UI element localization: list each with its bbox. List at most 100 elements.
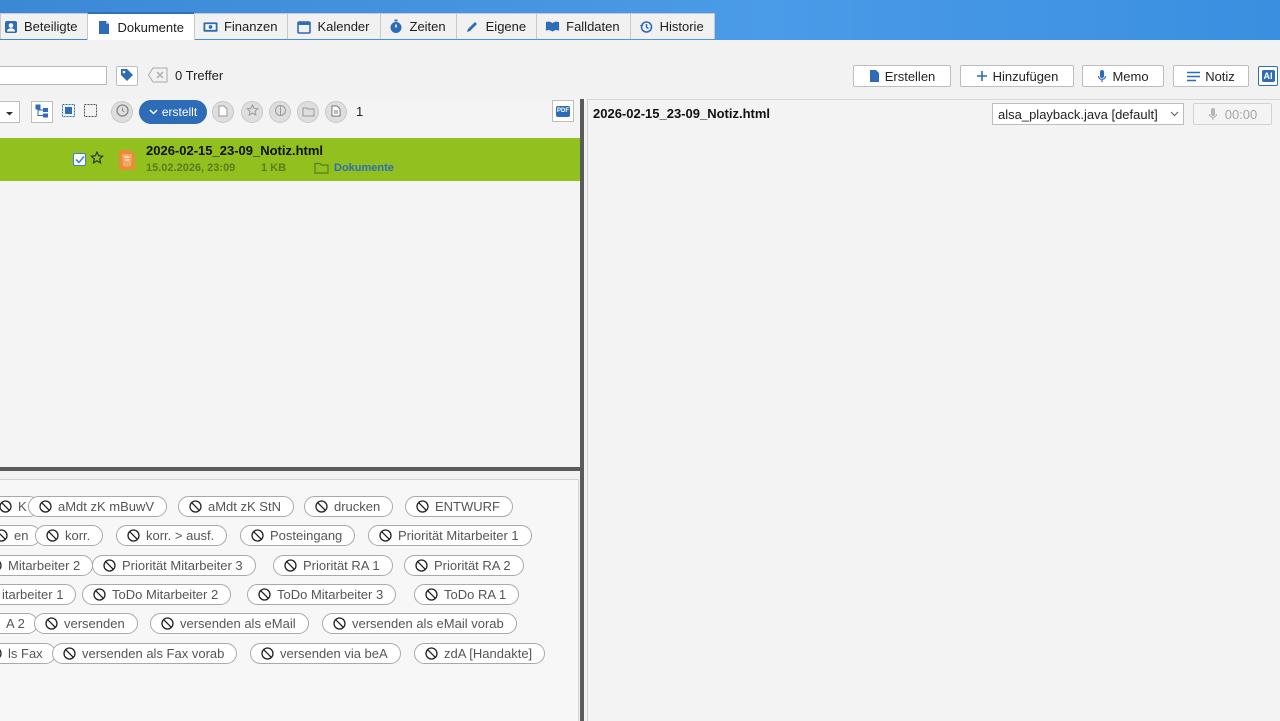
tag-filter-button[interactable] — [116, 66, 138, 86]
chevron-down-icon — [149, 109, 158, 115]
history-filter-button[interactable] — [111, 101, 133, 123]
tab-beteiligte[interactable]: Beteiligte — [0, 13, 89, 39]
tag-label: korr. — [65, 528, 91, 543]
tag-pill[interactable]: Mitarbeiter 2 — [0, 555, 94, 576]
document-name[interactable]: 2026-02-15_23-09_Notiz.html — [146, 143, 323, 158]
tag-label: A 2 — [6, 616, 25, 631]
ai-button[interactable]: AI — [1258, 66, 1278, 86]
document-icon — [869, 69, 880, 83]
tree-view-button[interactable] — [31, 101, 53, 123]
note-button[interactable]: Notiz — [1173, 65, 1249, 87]
clear-search-button[interactable] — [147, 66, 169, 86]
filter-status-button[interactable] — [269, 101, 291, 123]
tag-pill[interactable]: ENTWURF — [405, 496, 513, 517]
document-checkbox[interactable] — [73, 153, 86, 166]
tag-label: versenden via beA — [280, 646, 388, 661]
tab-finanzen[interactable]: Finanzen — [193, 13, 289, 39]
filter-documents-button[interactable] — [212, 101, 234, 123]
chevron-down-icon — [5, 105, 14, 120]
tag-label: korr. > ausf. — [146, 528, 215, 543]
ban-icon — [46, 529, 59, 542]
tag-pill[interactable]: Priorität RA 1 — [273, 555, 393, 576]
tab-label: Falldaten — [566, 19, 620, 34]
tag-label: versenden als Fax vorab — [82, 646, 225, 661]
favorite-toggle[interactable] — [89, 150, 105, 168]
tag-pill[interactable]: A 2 — [0, 613, 38, 634]
ban-icon — [415, 559, 428, 572]
ban-icon — [416, 500, 429, 513]
tag-pill[interactable]: versenden — [34, 613, 138, 634]
tag-label: ENTWURF — [435, 499, 500, 514]
filter-folder-button[interactable] — [297, 101, 319, 123]
tab-kalender[interactable]: Kalender — [287, 13, 381, 39]
filter-text-button[interactable] — [325, 101, 347, 123]
tag-pill[interactable]: korr. > ausf. — [116, 525, 228, 546]
tag-pill[interactable]: korr. — [35, 525, 104, 546]
memo-button[interactable]: Memo — [1082, 65, 1164, 87]
tab-falldaten[interactable]: Falldaten — [536, 13, 631, 39]
tab-historie[interactable]: Historie — [629, 13, 715, 39]
tab-bar: Beteiligte Dokumente Finanzen Kalender Z… — [0, 12, 715, 40]
tab-zeiten[interactable]: Zeiten — [379, 13, 457, 39]
tag-pill[interactable]: ToDo Mitarbeiter 3 — [247, 584, 397, 605]
ban-icon — [284, 559, 297, 572]
tag-pill[interactable]: ToDo Mitarbeiter 2 — [82, 584, 232, 605]
tag-pill[interactable]: ls Fax — [0, 643, 56, 664]
record-button[interactable]: 00:00 — [1193, 103, 1272, 125]
sort-created-button[interactable]: erstellt — [139, 100, 207, 124]
tag-pill[interactable]: aMdt zK StN — [178, 496, 294, 517]
tag-pill[interactable]: drucken — [304, 496, 394, 517]
vertical-splitter[interactable] — [580, 99, 584, 721]
select-all-button[interactable] — [59, 102, 77, 122]
tag-label: en — [14, 528, 29, 543]
tab-label: Beteiligte — [24, 19, 78, 34]
tag-pill[interactable]: ToDo RA 1 — [414, 584, 520, 605]
tag-pill[interactable]: Priorität Mitarbeiter 3 — [92, 555, 256, 576]
view-dropdown[interactable] — [0, 101, 20, 123]
filter-favorites-button[interactable] — [241, 101, 263, 123]
tag-pill[interactable]: versenden via beA — [250, 643, 401, 664]
document-icon — [96, 20, 111, 35]
preview-title: 2026-02-15_23-09_Notiz.html — [593, 106, 771, 121]
tag-pill[interactable]: zdA [Handakte] — [414, 643, 546, 664]
ban-icon — [127, 529, 140, 542]
ban-icon — [315, 500, 328, 513]
tag-pill[interactable]: itarbeiter 1 — [0, 584, 77, 605]
tag-label: versenden als eMail — [180, 616, 296, 631]
create-button[interactable]: Erstellen — [853, 65, 951, 87]
pdf-label: PDF — [557, 107, 569, 114]
ban-icon — [0, 559, 2, 572]
folder-icon — [302, 105, 315, 120]
tab-eigene[interactable]: Eigene — [455, 13, 538, 39]
add-button[interactable]: Hinzufügen — [960, 65, 1074, 87]
sort-label: erstellt — [161, 105, 198, 119]
tag-pill[interactable]: Posteingang — [240, 525, 356, 546]
select-none-button[interactable] — [81, 102, 99, 122]
tag-label: ls Fax — [8, 646, 43, 661]
contact-card-icon — [3, 19, 18, 34]
tag-pill[interactable]: versenden als eMail vorab — [322, 613, 517, 634]
html-file-icon — [117, 148, 137, 172]
tag-label: Priorität RA 1 — [303, 558, 380, 573]
tag-label: Mitarbeiter 2 — [8, 558, 81, 573]
plus-icon — [976, 70, 988, 82]
tab-dokumente[interactable]: Dokumente — [87, 12, 195, 40]
ban-icon — [45, 617, 58, 630]
horizontal-splitter[interactable] — [0, 467, 582, 471]
pencil-icon — [465, 19, 480, 34]
tag-pill[interactable]: versenden als Fax vorab — [52, 643, 238, 664]
audio-device-select[interactable]: alsa_playback.java [default] — [992, 103, 1184, 125]
tag-pill[interactable]: versenden als eMail — [150, 613, 309, 634]
ban-icon — [93, 588, 106, 601]
tag-pill[interactable]: aMdt zK mBuwV — [28, 496, 168, 517]
tag-label: Priorität Mitarbeiter 3 — [122, 558, 243, 573]
star-icon — [89, 150, 105, 168]
tab-label: Finanzen — [223, 19, 278, 34]
memo-label: Memo — [1112, 68, 1149, 84]
document-count: 1 — [356, 104, 364, 119]
tag-pill[interactable]: Priorität RA 2 — [404, 555, 524, 576]
tag-pill[interactable]: Priorität Mitarbeiter 1 — [368, 525, 532, 546]
document-folder[interactable]: Dokumente — [334, 162, 394, 174]
search-input[interactable] — [0, 66, 107, 85]
pdf-export-button[interactable]: PDF — [552, 100, 574, 122]
